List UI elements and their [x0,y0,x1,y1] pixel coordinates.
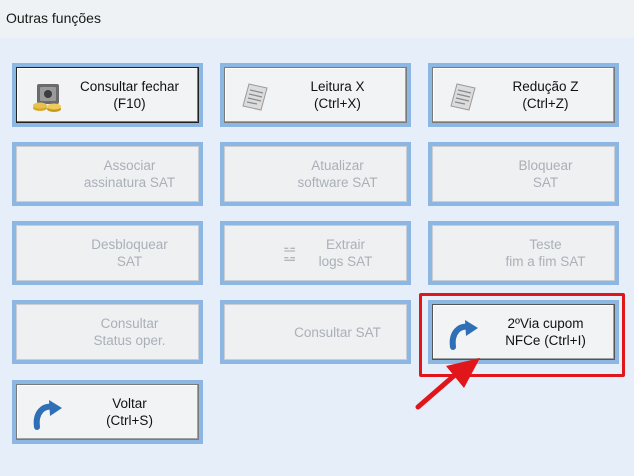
teste-fim-a-fim-sat-label: Teste fim a fim SAT [505,237,586,269]
voltar-button[interactable]: Voltar (Ctrl+S) [12,380,203,444]
redo-arrow-icon [33,400,62,430]
extrair-logs-sat-button[interactable]: Extrair logs SAT [220,221,411,285]
bloquear-sat-button[interactable]: Bloquear SAT [428,142,619,206]
consultar-sat-button[interactable]: Consultar SAT [220,300,411,364]
leitura-x-button[interactable]: Leitura X (Ctrl+X) [220,63,411,127]
reducao-z-button[interactable]: Redução Z (Ctrl+Z) [428,63,619,127]
receipt-icon [242,83,268,111]
consultar-fechar-label: Consultar fechar (F10) [79,79,180,111]
associar-assinatura-sat-button[interactable]: Associar assinatura SAT [12,142,203,206]
voltar-label: Voltar (Ctrl+S) [106,396,153,428]
atualizar-software-sat-label: Atualizar software SAT [297,158,378,190]
atualizar-software-sat-button[interactable]: Atualizar software SAT [220,142,411,206]
title-bar: Outras funções [0,0,634,39]
teste-fim-a-fim-sat-button[interactable]: Teste fim a fim SAT [428,221,619,285]
associar-assinatura-sat-label: Associar assinatura SAT [83,158,176,190]
desbloquear-sat-label: Desbloquear SAT [91,237,168,269]
consultar-fechar-button[interactable]: Consultar fechar (F10) [12,63,203,127]
consultar-sat-label: Consultar SAT [294,324,381,340]
consultar-status-oper-button[interactable]: Consultar Status oper. [12,300,203,364]
safe-money-icon [33,84,61,112]
log-lines-icon [284,247,295,261]
receipt-icon [450,83,476,111]
leitura-x-label: Leitura X (Ctrl+X) [310,79,365,111]
reducao-z-label: Redução Z (Ctrl+Z) [512,79,579,111]
window-title: Outras funções [6,10,101,26]
pointer-arrow-icon [415,358,480,410]
desbloquear-sat-button[interactable]: Desbloquear SAT [12,221,203,285]
bloquear-sat-label: Bloquear SAT [518,158,573,190]
extrair-logs-sat-label: Extrair logs SAT [318,237,373,269]
consultar-status-oper-label: Consultar Status oper. [93,316,166,348]
